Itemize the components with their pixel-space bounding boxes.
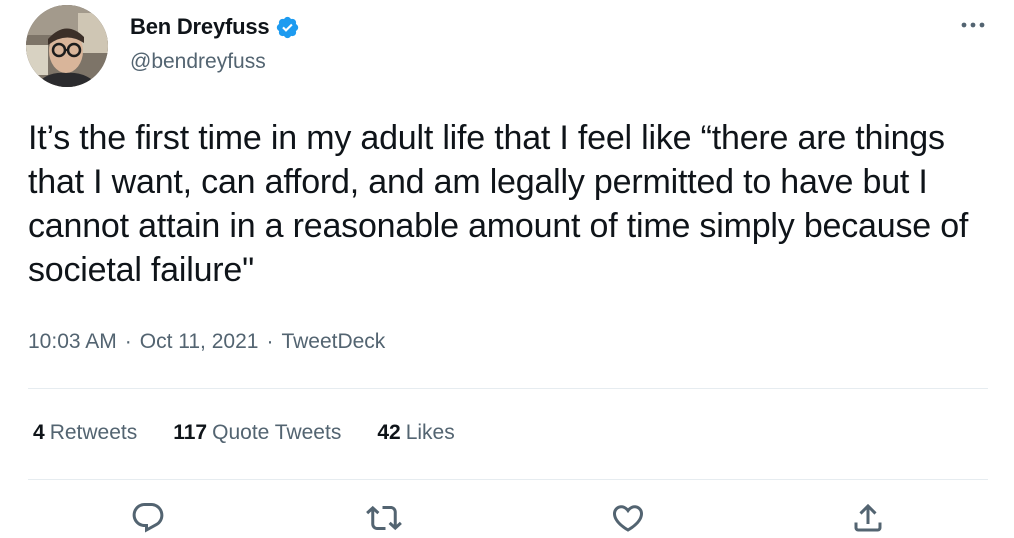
- quote-tweets-count: 117: [173, 421, 208, 444]
- retweets-stat[interactable]: 4 Retweets: [33, 421, 137, 445]
- more-options-icon[interactable]: [958, 14, 988, 36]
- reply-button[interactable]: [130, 500, 166, 536]
- retweet-button[interactable]: [366, 500, 402, 536]
- tweet-date[interactable]: Oct 11, 2021: [140, 330, 259, 354]
- tweet-source[interactable]: TweetDeck: [281, 330, 385, 354]
- like-button[interactable]: [610, 500, 646, 536]
- retweets-count: 4: [33, 421, 45, 444]
- likes-label: Likes: [405, 421, 455, 444]
- tweet-meta: 10:03 AM · Oct 11, 2021 · TweetDeck: [28, 330, 385, 354]
- author-name[interactable]: Ben Dreyfuss: [130, 14, 270, 40]
- tweet-actions: [0, 500, 1014, 538]
- divider: [28, 388, 988, 389]
- tweet-card: Ben Dreyfuss @bendreyfuss It’s the first…: [0, 0, 1014, 538]
- reply-icon: [132, 503, 164, 533]
- verified-badge-icon: [275, 15, 300, 40]
- tweet-text: It’s the first time in my adult life tha…: [28, 119, 969, 289]
- tweet-stats: 4 Retweets 117 Quote Tweets 42 Likes: [33, 421, 491, 445]
- quote-tweets-stat[interactable]: 117 Quote Tweets: [173, 421, 341, 445]
- share-icon: [854, 503, 882, 532]
- retweet-icon: [366, 505, 402, 531]
- retweets-label: Retweets: [49, 421, 138, 444]
- meta-separator: ·: [266, 330, 274, 353]
- avatar[interactable]: [26, 5, 108, 87]
- likes-count: 42: [377, 421, 401, 444]
- likes-stat[interactable]: 42 Likes: [377, 421, 454, 445]
- heart-icon: [612, 505, 644, 532]
- meta-separator: ·: [124, 330, 132, 353]
- author-handle[interactable]: @bendreyfuss: [130, 50, 266, 74]
- avatar-image: [26, 5, 108, 87]
- divider: [28, 479, 988, 480]
- quote-tweets-label: Quote Tweets: [212, 421, 342, 444]
- tweet-time[interactable]: 10:03 AM: [28, 330, 117, 354]
- share-button[interactable]: [850, 500, 886, 536]
- author-name-row: Ben Dreyfuss: [130, 14, 300, 40]
